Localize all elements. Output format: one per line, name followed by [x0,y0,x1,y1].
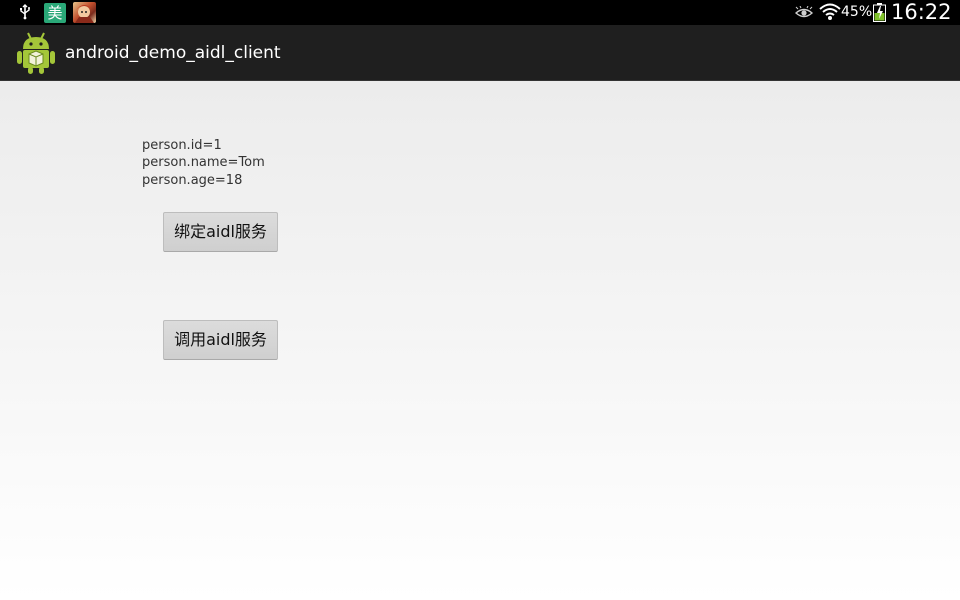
eye-icon [794,5,814,19]
battery-icon [873,3,886,22]
mei-icon: 美 [44,3,66,23]
wifi-icon [819,2,841,22]
screen: 美 45% 16:22 android_demo_aidl_client per… [0,0,960,600]
clock: 16:22 [891,0,952,24]
app-title: android_demo_aidl_client [65,43,281,63]
call-aidl-service-button[interactable]: 调用aidl服务 [163,320,278,360]
android-icon [16,31,56,75]
battery-percent: 45% [841,4,873,20]
game-icon [73,2,96,23]
person-age-text: person.age=18 [142,173,243,188]
usb-icon [17,4,33,20]
bind-aidl-service-button[interactable]: 绑定aidl服务 [163,212,278,252]
person-name-text: person.name=Tom [142,155,265,170]
action-bar: android_demo_aidl_client [0,25,960,81]
main-content: person.id=1 person.name=Tom person.age=1… [0,81,960,600]
person-id-text: person.id=1 [142,138,222,153]
status-bar: 美 45% 16:22 [0,0,960,25]
